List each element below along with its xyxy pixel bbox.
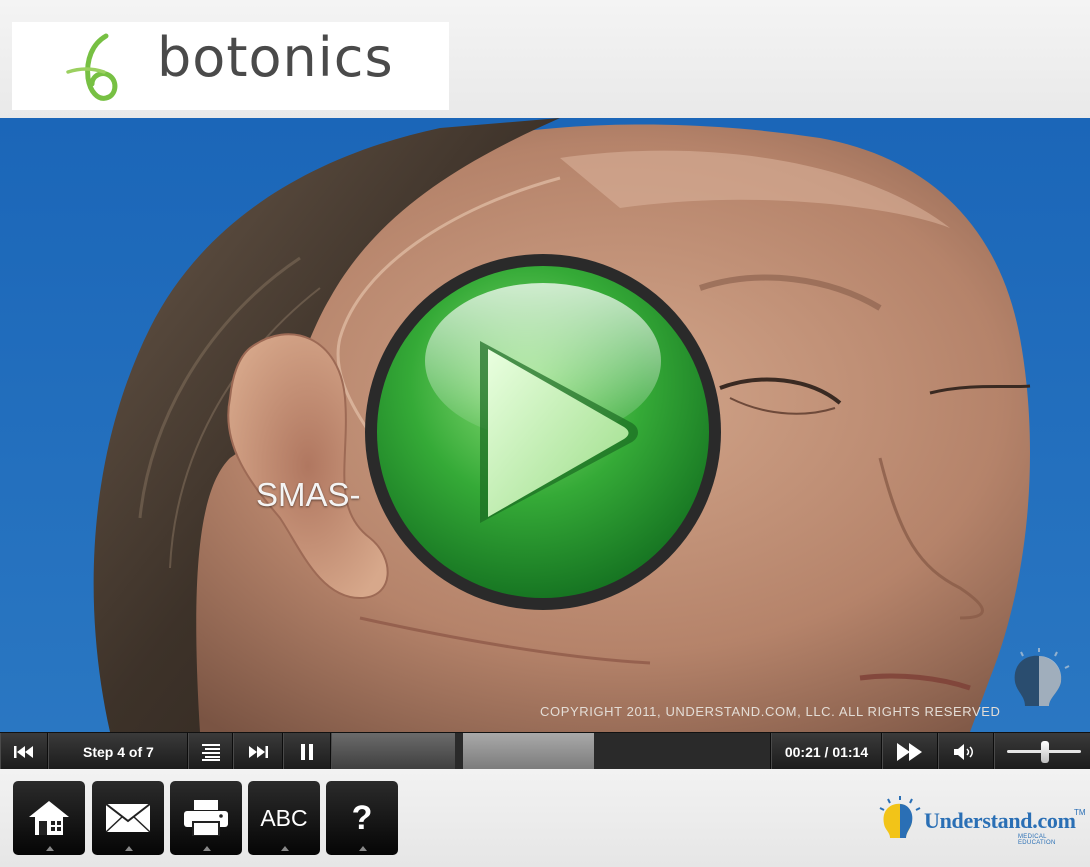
glossary-label: ABC — [260, 804, 308, 831]
play-icon[interactable] — [362, 251, 724, 613]
botonics-logo-mark — [66, 33, 118, 101]
next-step-button[interactable] — [233, 733, 283, 770]
print-button[interactable] — [170, 781, 242, 855]
rewind-icon — [14, 745, 33, 758]
brand-trademark: TM — [1074, 808, 1086, 817]
home-caret — [46, 846, 54, 851]
logo-text: botonics — [157, 26, 394, 89]
copyright-text: COPYRIGHT 2011, UNDERSTAND.COM, LLC. ALL… — [540, 704, 1001, 719]
brand-name: Understand.com — [924, 808, 1076, 833]
botonics-logo: botonics — [12, 22, 449, 110]
play-button[interactable] — [882, 733, 938, 770]
previous-step-button[interactable] — [0, 733, 48, 770]
control-bar: Step 4 of 7 00:21 / 01:14 — [0, 732, 1090, 770]
email-icon — [105, 803, 151, 833]
chapters-button[interactable] — [188, 733, 233, 770]
header: botonics — [0, 0, 1090, 118]
print-caret — [203, 846, 211, 851]
volume-thumb[interactable] — [1041, 741, 1049, 763]
glossary-caret — [281, 846, 289, 851]
glossary-button[interactable]: ABC — [248, 781, 320, 855]
volume-icon — [954, 743, 973, 760]
progress-played — [332, 733, 455, 770]
chapters-icon — [201, 743, 220, 761]
help-caret — [359, 846, 367, 851]
video-viewport[interactable]: SMAS- COPYRIGHT 2011, UNDERSTAND.COM, LL… — [0, 118, 1090, 732]
help-icon: ? — [351, 798, 373, 837]
pause-icon — [301, 743, 313, 760]
volume-slider[interactable] — [994, 733, 1090, 770]
volume-button[interactable] — [938, 733, 994, 770]
brand-subtitle: MEDICAL EDUCATION — [1018, 834, 1056, 846]
understand-brand-logo: Understand.com TM MEDICAL EDUCATION — [878, 796, 1086, 846]
help-button[interactable]: ? — [326, 781, 398, 855]
step-indicator: Step 4 of 7 — [48, 733, 188, 770]
video-player-app: botonics SMAS- COPYRIGHT 2011, UNDERSTAN… — [0, 0, 1090, 867]
email-caret — [125, 846, 133, 851]
email-button[interactable] — [92, 781, 164, 855]
lightbulb-head-icon — [879, 796, 921, 838]
play-small-icon — [897, 742, 922, 761]
time-display: 00:21 / 01:14 — [771, 733, 882, 770]
home-button[interactable] — [13, 781, 85, 855]
video-caption: SMAS- — [256, 476, 361, 513]
progress-buffered — [463, 733, 594, 770]
print-icon — [184, 800, 228, 836]
pause-button[interactable] — [283, 733, 331, 770]
home-icon — [29, 801, 69, 835]
skip-forward-icon — [249, 745, 268, 758]
understand-watermark-icon — [1014, 648, 1070, 706]
progress-bar[interactable] — [331, 733, 771, 770]
